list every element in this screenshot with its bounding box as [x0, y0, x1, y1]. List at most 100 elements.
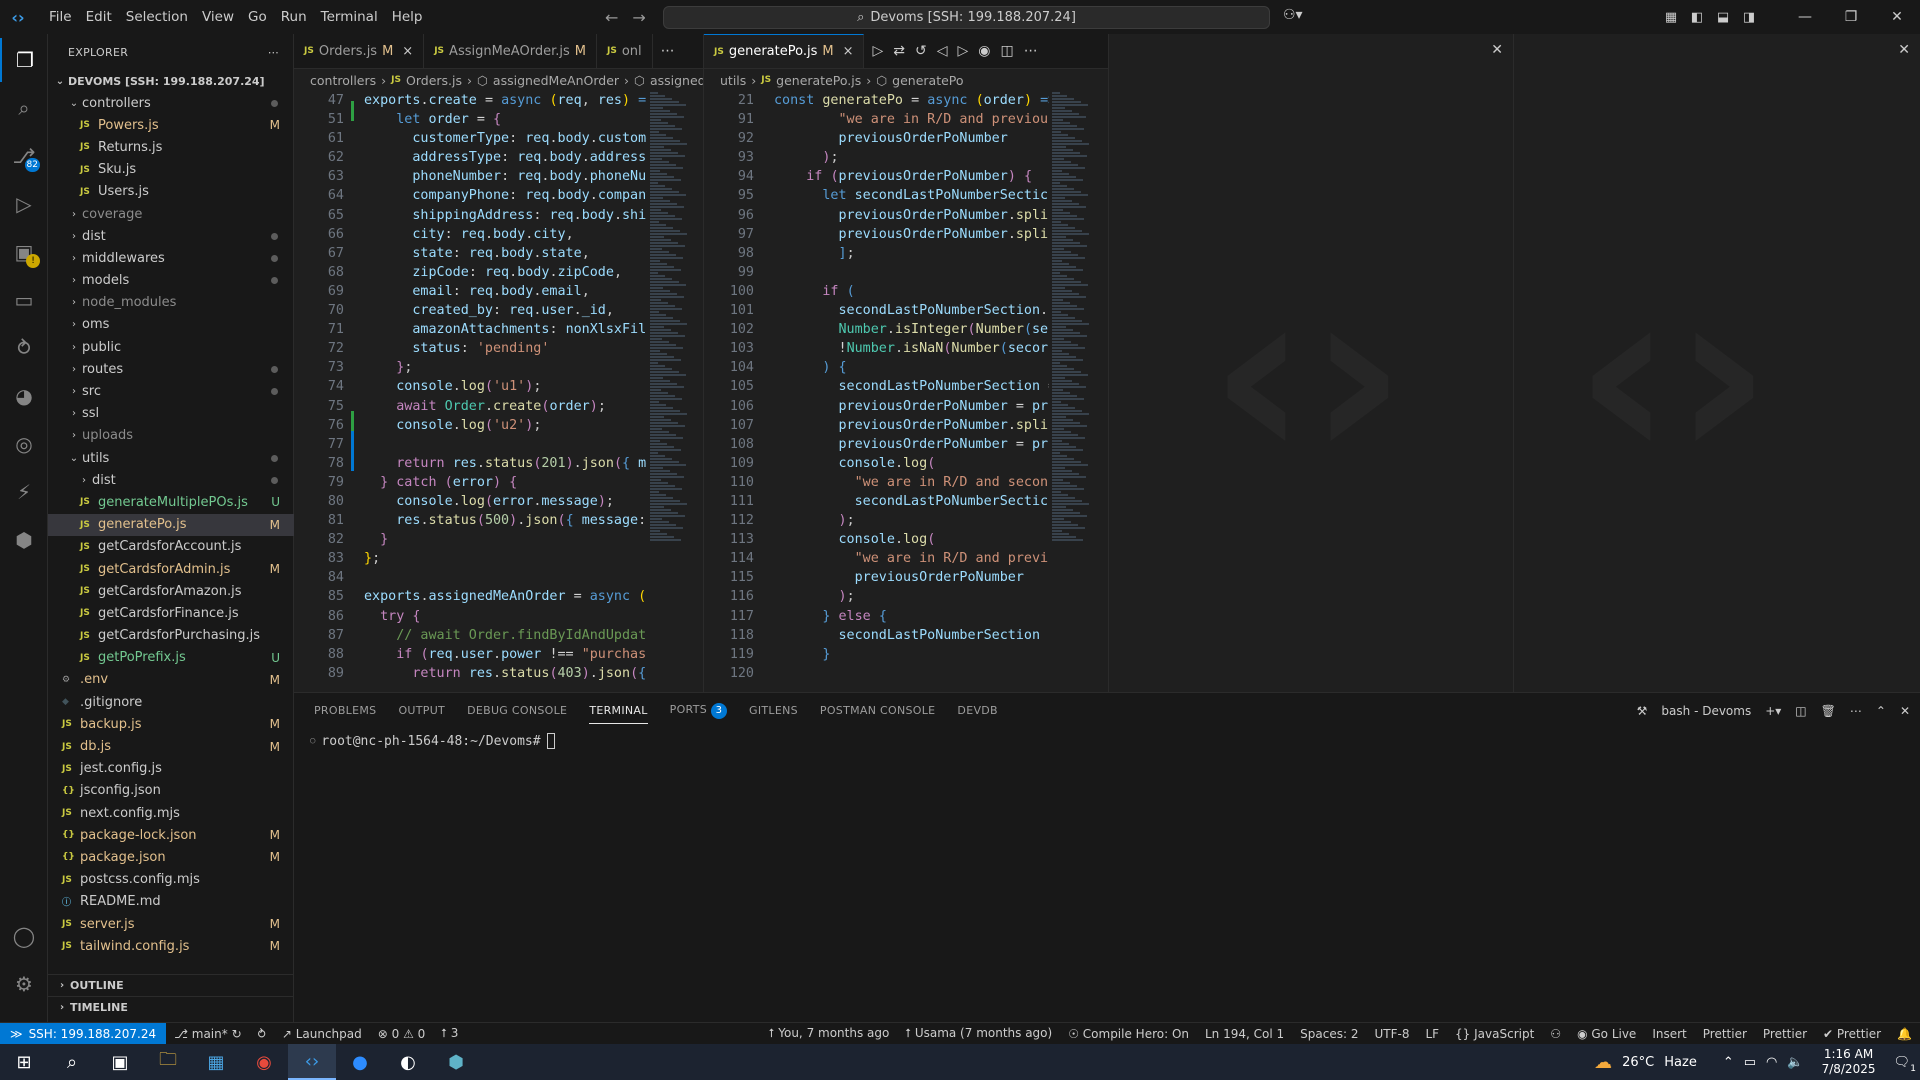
eol[interactable]: LF [1417, 1027, 1447, 1041]
go-live-item[interactable]: ◉ Go Live [1569, 1027, 1644, 1041]
revert-icon[interactable]: ↺ [915, 43, 927, 59]
panel-tab-problems[interactable]: PROBLEMS [314, 704, 376, 717]
tree-item[interactable]: JS jest.config.js [48, 758, 294, 780]
tree-item[interactable]: › dist [48, 225, 294, 247]
breadcrumb-item[interactable]: Orders.js [406, 73, 462, 88]
git-graph-icon[interactable]: ◎ [0, 422, 48, 466]
task-view-icon[interactable]: ▣ [96, 1044, 144, 1080]
indentation[interactable]: Spaces: 2 [1292, 1027, 1366, 1041]
tree-item[interactable]: JS getPoPrefix.js U [48, 647, 294, 669]
tree-item[interactable]: JS Sku.js [48, 159, 294, 181]
timeline-section[interactable]: › TIMELINE [48, 996, 294, 1018]
panel-tab-terminal[interactable]: TERMINAL [589, 704, 648, 724]
prettier-2[interactable]: Prettier [1755, 1027, 1815, 1041]
extensions-icon[interactable]: ▣! [0, 230, 48, 274]
weather-temp[interactable]: 26°C [1622, 1055, 1654, 1070]
source-control-icon[interactable]: ⎇ 82 [0, 134, 48, 178]
menu-file[interactable]: File [42, 0, 79, 34]
toggle-sidebar-icon[interactable]: ◧ [1684, 10, 1710, 25]
tree-item[interactable]: {} package.json M [48, 846, 294, 868]
editor-tab[interactable]: JS onl [597, 34, 653, 68]
new-terminal-icon[interactable]: +▾ [1765, 704, 1781, 718]
chrome-icon[interactable]: ◉ [240, 1044, 288, 1080]
notifications-bell-icon[interactable]: 🔔 [1889, 1027, 1920, 1041]
battery-icon[interactable]: ▭ [1744, 1055, 1756, 1070]
tree-item[interactable]: › coverage [48, 203, 294, 225]
windows-start-icon[interactable]: ⊞ [0, 1044, 48, 1080]
thunder-client-icon[interactable]: ⚡ [0, 470, 48, 514]
problems-item[interactable]: ⊗ 0 ⚠ 0 [370, 1027, 434, 1041]
weather-desc[interactable]: Haze [1664, 1055, 1697, 1070]
search-view-icon[interactable]: ⌕ [0, 86, 48, 130]
ports-item[interactable]: ⭡ 3 [433, 1026, 466, 1041]
breadcrumb-item[interactable]: assignedMeAnOrder [493, 73, 619, 88]
tree-item[interactable]: › oms [48, 314, 294, 336]
tray-chevron-icon[interactable]: ⌃ [1723, 1055, 1734, 1070]
tree-item[interactable]: JS getCardsforAccount.js [48, 536, 294, 558]
menu-run[interactable]: Run [274, 0, 314, 34]
close-group-icon[interactable]: ✕ [1898, 42, 1910, 58]
branch-item[interactable]: ⎇ main* ↻ [166, 1027, 250, 1041]
tree-item[interactable]: JS getCardsforFinance.js [48, 602, 294, 624]
menu-help[interactable]: Help [385, 0, 430, 34]
launchpad-item[interactable]: ↗ Launchpad [274, 1027, 370, 1041]
tree-item[interactable]: ⌄ controllers [48, 92, 294, 114]
more-panel-icon[interactable]: ⋯ [1850, 704, 1862, 718]
tree-item[interactable]: JS server.js M [48, 913, 294, 935]
breadcrumb-item[interactable]: utils [720, 73, 746, 88]
file-explorer-icon[interactable]: 🗀 [144, 1044, 192, 1080]
breadcrumb-item[interactable]: controllers [310, 73, 376, 88]
tree-item[interactable]: ◆ .gitignore [48, 691, 294, 713]
remote-explorer-icon[interactable]: ▭ [0, 278, 48, 322]
command-center[interactable]: ⌕ Devoms [SSH: 199.188.207.24] [663, 6, 1270, 29]
split-terminal-icon[interactable]: ◫ [1795, 704, 1806, 718]
tree-item[interactable]: JS getCardsforPurchasing.js [48, 625, 294, 647]
tree-item[interactable]: ⚙ .env M [48, 669, 294, 691]
close-group-icon[interactable]: ✕ [1491, 42, 1503, 58]
tree-item[interactable]: › models [48, 270, 294, 292]
gitlens-icon[interactable]: ⥁ [0, 326, 48, 370]
outline-section[interactable]: › OUTLINE [48, 974, 294, 996]
tree-item[interactable]: JS Returns.js [48, 136, 294, 158]
editor-tab[interactable]: JS generatePo.js M × [704, 34, 865, 68]
close-tab-icon[interactable]: × [402, 44, 413, 59]
cursor-position[interactable]: Ln 194, Col 1 [1197, 1027, 1292, 1041]
compile-hero-item[interactable]: ☉ Compile Hero: On [1060, 1027, 1197, 1041]
settings-gear-icon[interactable]: ⚙ [0, 962, 48, 1006]
tree-item[interactable]: JS next.config.mjs [48, 802, 294, 824]
python-icon[interactable]: ⬢ [0, 518, 48, 562]
copilot-status-icon[interactable]: ⚇ [1542, 1027, 1569, 1041]
breadcrumb-item[interactable]: assigned [650, 73, 703, 88]
tree-item[interactable]: JS backup.js M [48, 713, 294, 735]
more-editor-actions-icon[interactable]: ⋯ [1024, 43, 1038, 59]
tree-item[interactable]: JS getCardsforAmazon.js [48, 580, 294, 602]
blame-item[interactable]: ⭡ You, 7 months ago [761, 1026, 898, 1041]
tree-item[interactable]: JS Users.js [48, 181, 294, 203]
copilot-icon[interactable]: ⚇▾ [1283, 7, 1303, 23]
menu-selection[interactable]: Selection [119, 0, 195, 34]
code-editor-right[interactable]: 21 const generatePo = async (order) => 91 … [704, 91, 1049, 692]
prettier-1[interactable]: Prettier [1695, 1027, 1755, 1041]
menu-terminal[interactable]: Terminal [314, 0, 385, 34]
back-arrow-icon[interactable]: ← [605, 8, 618, 27]
tree-item[interactable]: › node_modules [48, 292, 294, 314]
next-change-icon[interactable]: ▷ [958, 43, 969, 59]
menu-edit[interactable]: Edit [79, 0, 119, 34]
close-window-icon[interactable]: ✕ [1874, 9, 1920, 25]
terminal-output[interactable]: ○ root@nc-ph-1564-48:~/Devoms# [310, 733, 555, 749]
breadcrumb-item[interactable]: generatePo.js [776, 73, 861, 88]
close-tab-icon[interactable]: × [843, 44, 854, 59]
toggle-panel-icon[interactable]: ⬓ [1710, 10, 1736, 25]
forward-arrow-icon[interactable]: → [632, 8, 645, 27]
editor-tab[interactable]: JS Orders.js M × [294, 34, 425, 68]
insert-mode[interactable]: Insert [1644, 1027, 1694, 1041]
tree-item[interactable]: ⌄ utils [48, 447, 294, 469]
prev-change-icon[interactable]: ◁ [937, 43, 948, 59]
encoding[interactable]: UTF-8 [1366, 1027, 1417, 1041]
run-icon[interactable]: ▷ [872, 43, 883, 59]
author-item[interactable]: ⭡ Usama (7 months ago) [897, 1026, 1060, 1041]
panel-tab-devdb[interactable]: DEVDB [957, 704, 997, 717]
remote-indicator[interactable]: ≫ SSH: 199.188.207.24 [0, 1022, 167, 1045]
more-tabs-icon[interactable]: ⋯ [653, 34, 683, 68]
language-mode[interactable]: {} JavaScript [1447, 1027, 1542, 1041]
